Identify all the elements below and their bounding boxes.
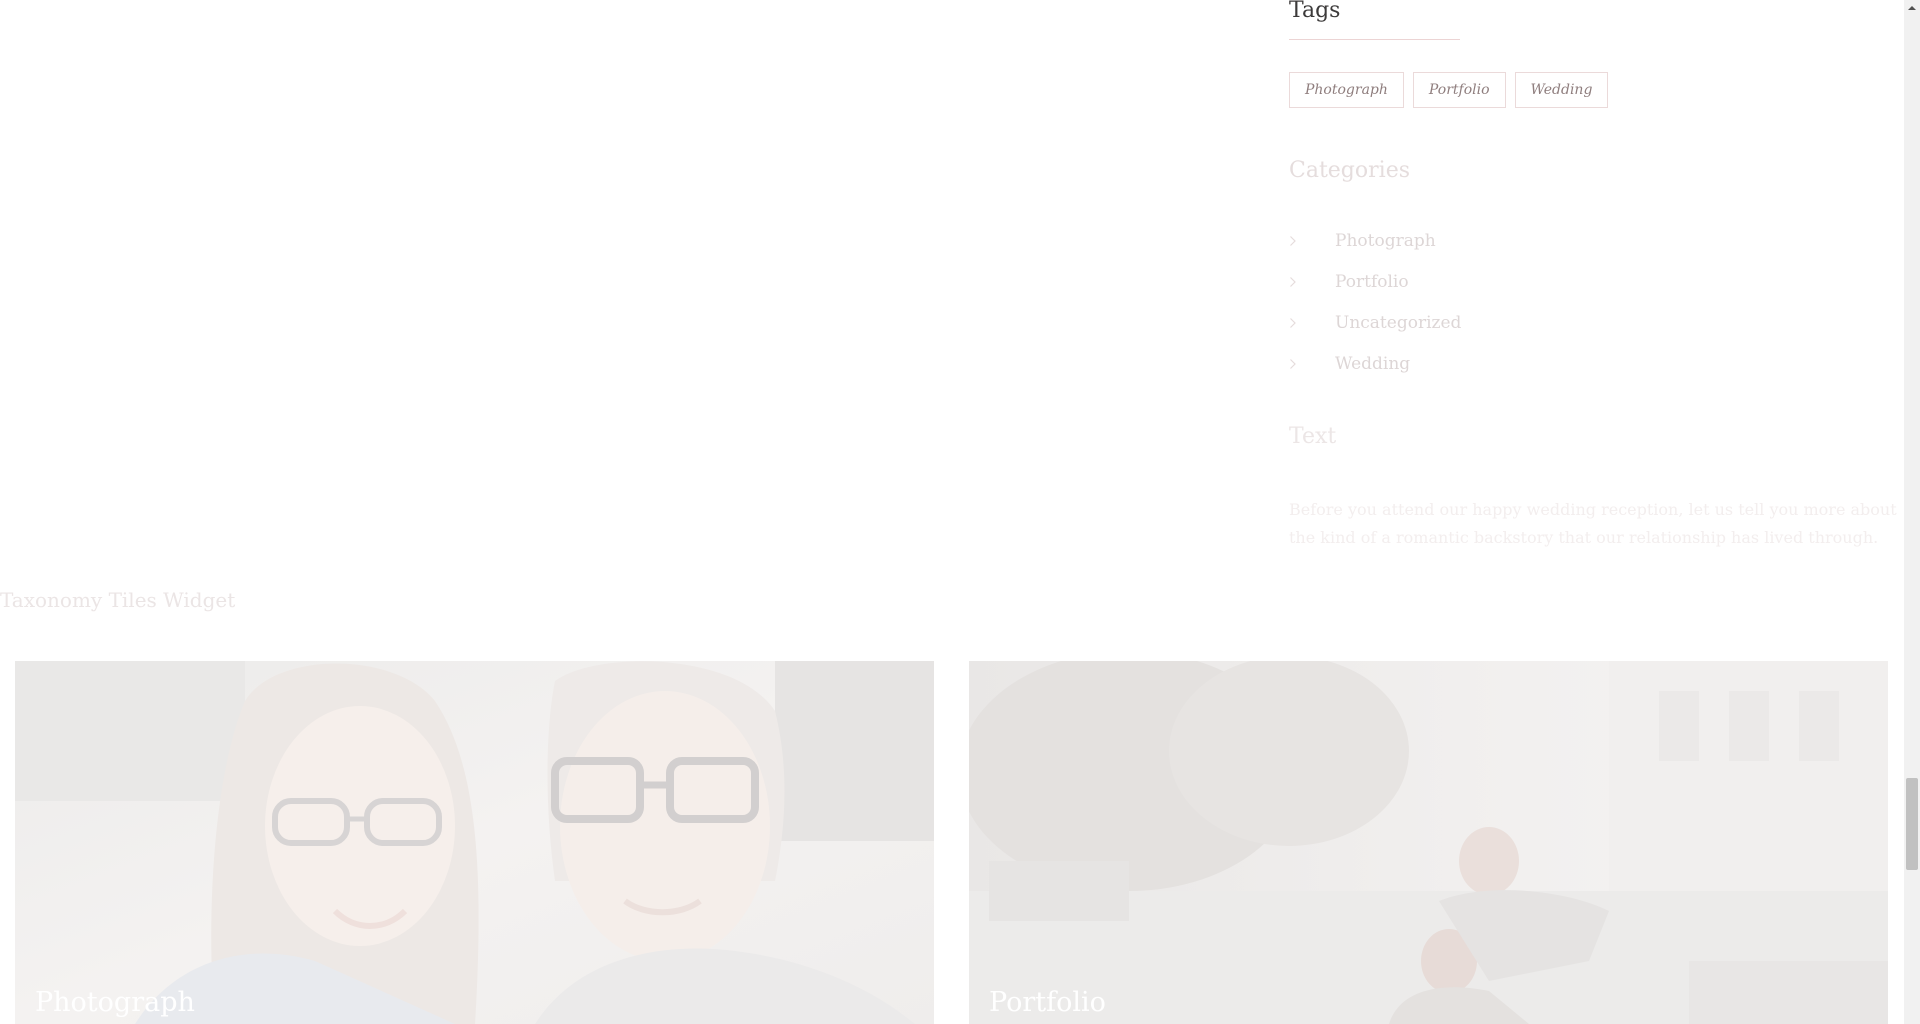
category-item-wedding[interactable]: Wedding [1289, 353, 1461, 394]
page: Tags Photograph Portfolio Wedding Catego… [0, 0, 1904, 1024]
category-label: Wedding [1335, 354, 1411, 374]
taxonomy-tiles-heading: Taxonomy Tiles Widget [0, 588, 236, 612]
tags-title-underline [1289, 39, 1460, 40]
category-label: Uncategorized [1335, 313, 1462, 333]
tile-image-couple-glasses [15, 661, 934, 1024]
chevron-right-icon [1289, 276, 1299, 290]
category-item-photograph[interactable]: Photograph [1289, 230, 1461, 271]
category-item-uncategorized[interactable]: Uncategorized [1289, 312, 1461, 353]
tag-wedding[interactable]: Wedding [1514, 72, 1609, 108]
chevron-right-icon [1289, 235, 1299, 249]
tag-portfolio[interactable]: Portfolio [1412, 72, 1506, 108]
chevron-right-icon [1289, 358, 1299, 372]
text-widget-body: Before you attend our happy wedding rece… [1289, 500, 1897, 547]
category-label: Portfolio [1335, 272, 1409, 292]
categories-widget-title: Categories [1289, 158, 1410, 183]
tile-label: Photograph [35, 987, 195, 1018]
taxonomy-tile-photograph[interactable]: Photograph [15, 661, 934, 1024]
taxonomy-tile-portfolio[interactable]: Portfolio [969, 661, 1888, 1024]
tags-widget-title: Tags [1289, 0, 1341, 23]
tile-label: Portfolio [989, 987, 1106, 1018]
vertical-scrollbar[interactable] [1904, 0, 1920, 1024]
text-widget-title: Text [1289, 424, 1337, 449]
tag-photograph[interactable]: Photograph [1289, 72, 1404, 108]
chevron-right-icon [1289, 317, 1299, 331]
category-list: Photograph Portfolio Uncategorized Weddi… [1289, 230, 1461, 394]
category-item-portfolio[interactable]: Portfolio [1289, 271, 1461, 312]
scrollbar-thumb[interactable] [1906, 778, 1918, 870]
arrow-up-icon[interactable] [1904, 0, 1920, 16]
tag-list: Photograph Portfolio Wedding [1289, 72, 1609, 108]
tile-image-couple-outdoors [969, 661, 1888, 1024]
category-label: Photograph [1335, 231, 1436, 251]
